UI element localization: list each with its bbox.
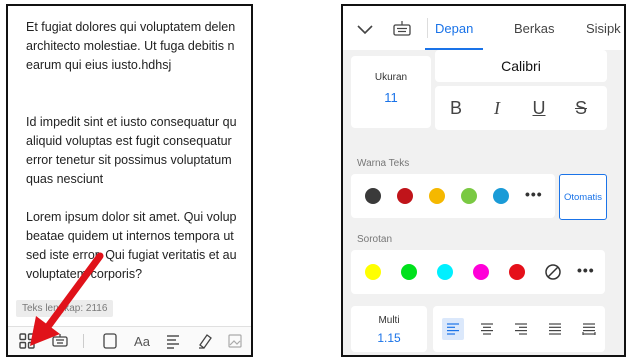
strikethrough-button[interactable]: S (569, 96, 593, 120)
bold-button[interactable]: B (444, 96, 468, 120)
font-size-value: 11 (384, 90, 398, 105)
highlight-swatch-cyan[interactable] (437, 264, 453, 280)
color-swatch-yellow[interactable] (429, 188, 445, 204)
highlight-swatch-magenta[interactable] (473, 264, 489, 280)
distribute-icon[interactable] (578, 318, 600, 340)
keyboard-icon[interactable] (50, 331, 70, 351)
line-spacing-control[interactable]: Multi 1.15 (351, 306, 427, 352)
word-count-badge: Teks lengkap: 2116 (16, 300, 114, 317)
ribbon-tab-bar: Depan Berkas Sisipk (343, 6, 624, 50)
line-spacing-value: 1.15 (377, 331, 401, 345)
text-color-label: Warna Teks (357, 158, 410, 169)
color-swatch-blue[interactable] (493, 188, 509, 204)
color-swatch-green[interactable] (461, 188, 477, 204)
document-body[interactable]: Et fugiat dolores qui voluptatem delen a… (26, 18, 251, 303)
toolbar-divider (83, 334, 84, 348)
color-swatch-dark-gray[interactable] (365, 188, 381, 204)
chevron-down-icon[interactable] (355, 19, 375, 39)
font-name-selector[interactable]: Calibri (435, 50, 607, 82)
highlight-swatch-red[interactable] (509, 264, 525, 280)
align-center-icon[interactable] (476, 318, 498, 340)
line-spacing-label: Multi (378, 315, 400, 326)
document-editor-panel: Et fugiat dolores qui voluptatem delen a… (6, 4, 253, 357)
highlight-palette: ••• (351, 250, 605, 294)
font-size-icon[interactable]: Aa (132, 331, 152, 351)
paragraph-1: Et fugiat dolores qui voluptatem delen a… (26, 20, 236, 72)
justify-icon[interactable] (544, 318, 566, 340)
more-highlights-button[interactable]: ••• (577, 262, 595, 278)
highlight-swatch-green[interactable] (401, 264, 417, 280)
italic-button[interactable]: I (485, 96, 509, 120)
align-left-icon[interactable] (442, 318, 464, 340)
tab-depan[interactable]: Depan (435, 21, 473, 36)
underline-button[interactable]: U (527, 96, 551, 120)
highlighter-icon[interactable] (195, 331, 215, 351)
align-right-icon[interactable] (510, 318, 532, 340)
no-highlight-icon[interactable] (544, 263, 562, 281)
image-icon[interactable] (225, 331, 245, 351)
tab-sisipkan[interactable]: Sisipk (586, 21, 621, 36)
auto-color-button[interactable]: Otomatis (559, 174, 607, 220)
tab-berkas[interactable]: Berkas (514, 21, 554, 36)
font-size-control[interactable]: Ukuran 11 (351, 56, 431, 128)
font-name-value: Calibri (501, 58, 541, 74)
highlight-swatch-yellow[interactable] (365, 264, 381, 280)
page-layout-icon[interactable] (100, 331, 120, 351)
format-panel: Depan Berkas Sisipk Ukuran 11 Calibri B … (341, 4, 626, 357)
paragraph-2: Id impedit sint et iusto consequatur qu … (26, 115, 237, 186)
paragraph-3: Lorem ipsum dolor sit amet. Qui volup be… (26, 210, 237, 281)
more-colors-button[interactable]: ••• (525, 186, 543, 202)
keyboard-icon[interactable] (392, 19, 412, 39)
text-color-palette: ••• (351, 174, 555, 218)
highlight-label: Sorotan (357, 234, 393, 245)
text-format-group: B I U S (435, 86, 607, 130)
paragraph-align-icon[interactable] (163, 331, 183, 351)
grid-icon[interactable] (17, 331, 37, 351)
font-size-label: Ukuran (374, 72, 408, 83)
bottom-toolbar: Aa (8, 326, 251, 355)
tab-divider (427, 18, 428, 38)
color-swatch-red[interactable] (397, 188, 413, 204)
